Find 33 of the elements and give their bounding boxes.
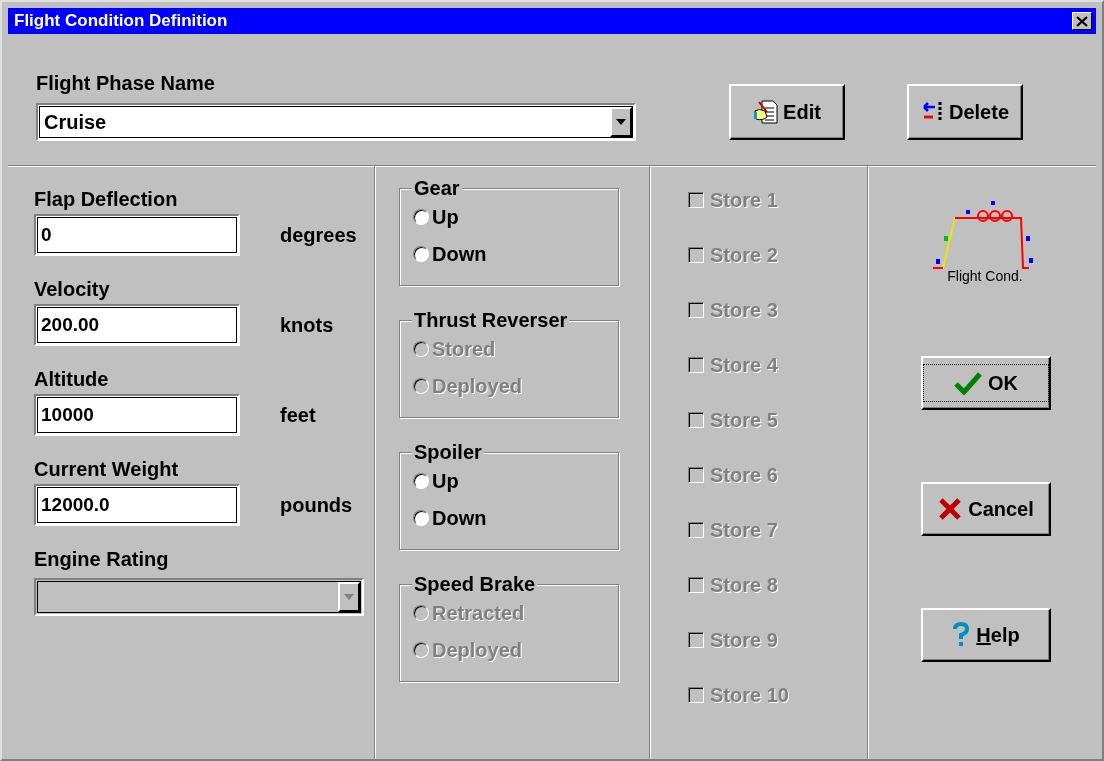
input-field[interactable]: 200.00 — [34, 304, 240, 346]
phase-dropdown[interactable]: Cruise — [36, 103, 636, 141]
unit-label: knots — [280, 313, 334, 337]
dropdown-arrow-icon — [344, 594, 354, 600]
field-label: Flight Phase Name — [36, 72, 216, 95]
radio-button[interactable]: Down — [413, 242, 618, 266]
delete-button[interactable]: Delete — [907, 84, 1023, 140]
field-label: Current Weight — [34, 458, 180, 481]
unit-label: feet — [280, 403, 316, 427]
ok-button[interactable]: OK — [921, 356, 1051, 410]
radio-button[interactable]: Up — [413, 205, 618, 229]
field-label: Altitude — [34, 368, 110, 391]
help-button[interactable]: Help — [921, 608, 1051, 662]
input-field[interactable]: 0 — [34, 214, 240, 256]
dropdown-arrow-icon — [616, 119, 626, 125]
close-button[interactable] — [1072, 12, 1092, 30]
cancel-button[interactable]: Cancel — [921, 482, 1051, 536]
input-field[interactable]: 10000 — [34, 394, 240, 436]
diagram-caption: Flight Cond. — [947, 268, 1023, 284]
document-hand-icon — [753, 99, 780, 125]
radio-button[interactable]: Up — [413, 469, 618, 493]
edit-button[interactable]: Edit — [729, 84, 845, 140]
window-title: Flight Condition Definition — [14, 11, 228, 31]
radio-button[interactable]: Down — [413, 506, 618, 530]
field-label: Velocity — [34, 278, 111, 301]
input-field[interactable]: 12000.0 — [34, 484, 240, 526]
question-mark-icon — [952, 622, 971, 648]
unit-label: pounds — [280, 493, 353, 517]
checkmark-icon — [954, 371, 982, 395]
field-label: Flap Deflection — [34, 188, 179, 211]
cross-icon — [938, 497, 963, 521]
unit-label: degrees — [280, 223, 357, 247]
field-label: Engine Rating — [34, 548, 170, 571]
